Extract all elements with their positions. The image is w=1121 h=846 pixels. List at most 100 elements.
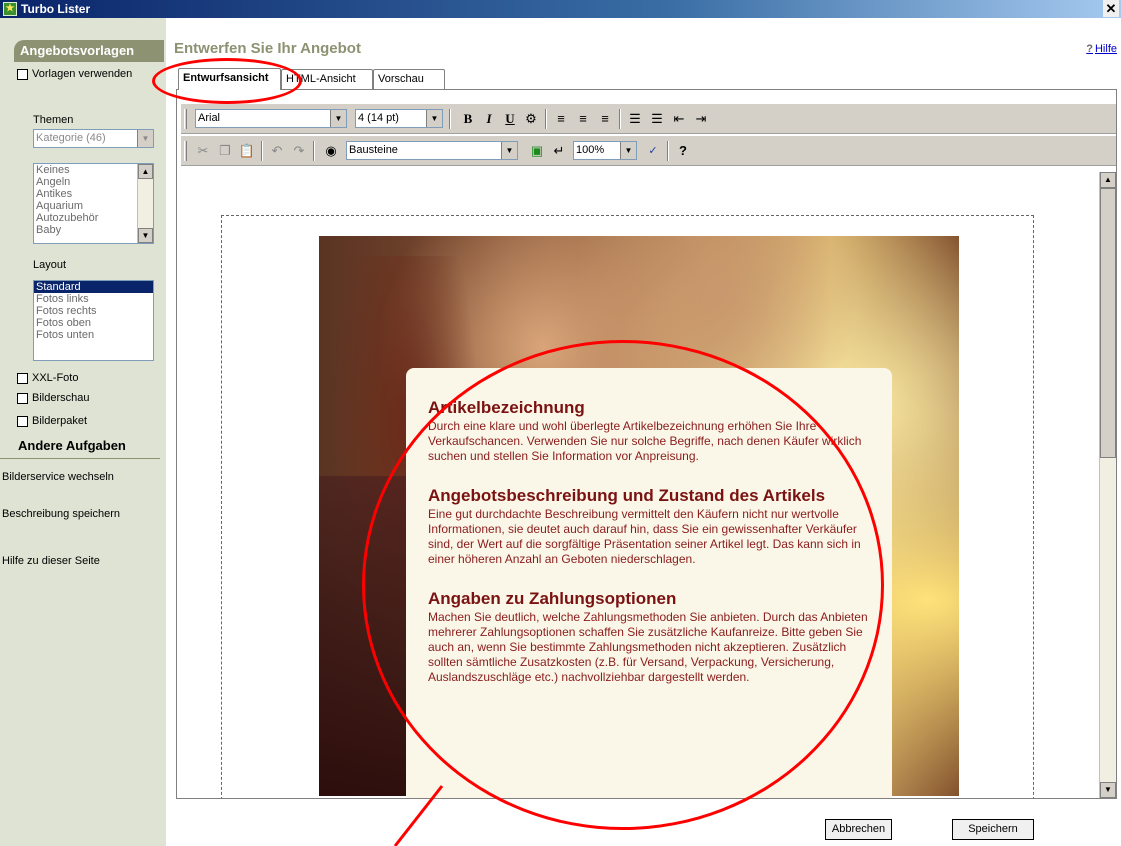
bilderschau-checkbox[interactable]: Bilderschau xyxy=(17,392,89,404)
chevron-down-icon[interactable]: ▼ xyxy=(330,110,346,127)
chevron-down-icon[interactable]: ▼ xyxy=(501,142,517,159)
section-text[interactable]: Eine gut durchdachte Beschreibung vermit… xyxy=(428,507,870,567)
toolbar-separator xyxy=(449,109,451,129)
redo-icon[interactable]: ↷ xyxy=(289,141,309,161)
chevron-down-icon[interactable]: ▼ xyxy=(426,110,442,127)
editor-content-area[interactable]: Artikelbezeichnung Durch eine klare und … xyxy=(178,172,1099,798)
toolbar-separator xyxy=(313,141,315,161)
bilderpaket-checkbox[interactable]: Bilderpaket xyxy=(17,415,87,427)
checkbox-icon[interactable] xyxy=(17,68,28,80)
line-break-icon[interactable]: ↵ xyxy=(549,141,569,161)
insert-toolbar: ✂ ❐ 📋 ↶ ↷ ◉ Bausteine ▼ ▣ ↵ 100% ▼ ✓ ? xyxy=(181,136,1116,166)
align-center-icon[interactable]: ≡ xyxy=(573,109,593,129)
font-size-value: 4 (14 pt) xyxy=(358,112,399,124)
align-right-icon[interactable]: ≡ xyxy=(595,109,615,129)
paste-icon[interactable]: 📋 xyxy=(237,141,257,161)
themes-listbox[interactable]: Keines Angeln Antikes Aquarium Autozubeh… xyxy=(33,163,154,244)
list-item[interactable]: Baby xyxy=(34,224,153,236)
divider xyxy=(0,458,160,459)
section-heading[interactable]: Angebotsbeschreibung und Zustand des Art… xyxy=(428,486,870,505)
category-combo[interactable]: Kategorie (46) ▼ xyxy=(33,129,154,148)
help-link[interactable]: ? Hilfe xyxy=(1086,43,1117,55)
templates-panel-header: Angebotsvorlagen xyxy=(14,40,164,62)
copy-icon[interactable]: ❐ xyxy=(215,141,235,161)
list-item[interactable]: Keines xyxy=(34,164,153,176)
formatting-toolbar: Arial ▼ 4 (14 pt) ▼ B I U ⚙ ≡ ≡ ≡ ☰ ☰ ⇤ … xyxy=(181,104,1116,134)
checkbox-icon[interactable] xyxy=(17,392,28,404)
chevron-down-icon[interactable]: ▼ xyxy=(620,142,636,159)
font-combo[interactable]: Arial ▼ xyxy=(195,109,347,128)
list-item[interactable]: Antikes xyxy=(34,188,153,200)
content-card[interactable]: Artikelbezeichnung Durch eine klare und … xyxy=(406,368,892,798)
help-label[interactable]: Hilfe xyxy=(1095,43,1117,55)
indent-icon[interactable]: ⇥ xyxy=(691,109,711,129)
scroll-down-icon[interactable]: ▼ xyxy=(138,228,153,243)
outdent-icon[interactable]: ⇤ xyxy=(669,109,689,129)
left-panel: Angebotsvorlagen Vorlagen verwenden Them… xyxy=(0,18,166,846)
title-bar: ★ Turbo Lister ✕ xyxy=(0,0,1121,18)
align-left-icon[interactable]: ≡ xyxy=(551,109,571,129)
cancel-button[interactable]: Abbrechen xyxy=(825,819,892,840)
section-text[interactable]: Durch eine klare und wohl überlegte Arti… xyxy=(428,419,870,464)
bausteine-combo[interactable]: Bausteine ▼ xyxy=(346,141,518,160)
themes-label: Themen xyxy=(33,114,74,126)
undo-icon[interactable]: ↶ xyxy=(267,141,287,161)
spellcheck-icon[interactable]: ✓ xyxy=(643,141,663,161)
scroll-thumb[interactable] xyxy=(1100,188,1116,458)
bold-button[interactable]: B xyxy=(458,109,478,129)
toolbar-grip[interactable] xyxy=(184,109,187,129)
page-title: Entwerfen Sie Ihr Angebot xyxy=(174,40,361,57)
task-link-help[interactable]: Hilfe zu dieser Seite xyxy=(2,555,100,567)
checkbox-icon[interactable] xyxy=(17,372,28,384)
section-heading[interactable]: Angaben zu Zahlungsoptionen xyxy=(428,589,870,608)
list-item[interactable]: Fotos links xyxy=(34,293,153,305)
scroll-down-icon[interactable]: ▼ xyxy=(1100,782,1116,798)
task-link-bilderservice[interactable]: Bilderservice wechseln xyxy=(2,471,114,483)
tab-html-ansicht[interactable]: HTML-Ansicht xyxy=(281,69,373,90)
themes-scrollbar[interactable]: ▲ ▼ xyxy=(137,164,153,243)
save-button[interactable]: Speichern xyxy=(952,819,1034,840)
list-item[interactable]: Fotos rechts xyxy=(34,305,153,317)
bullet-list-icon[interactable]: ☰ xyxy=(647,109,667,129)
list-item-selected[interactable]: Standard xyxy=(34,281,153,293)
bausteine-value: Bausteine xyxy=(349,144,398,156)
bilderschau-label: Bilderschau xyxy=(32,392,90,404)
list-item[interactable]: Angeln xyxy=(34,176,153,188)
list-item[interactable]: Fotos oben xyxy=(34,317,153,329)
list-item[interactable]: Fotos unten xyxy=(34,329,153,341)
category-combo-value: Kategorie (46) xyxy=(36,132,106,144)
insert-image-icon[interactable]: ▣ xyxy=(527,141,547,161)
scroll-up-icon[interactable]: ▲ xyxy=(1100,172,1116,188)
chevron-down-icon[interactable]: ▼ xyxy=(137,130,153,147)
tab-entwurfsansicht[interactable]: Entwurfsansicht xyxy=(178,68,281,90)
zoom-value: 100% xyxy=(576,144,605,156)
toolbar-grip[interactable] xyxy=(184,141,187,161)
bilderpaket-label: Bilderpaket xyxy=(32,415,88,427)
list-item[interactable]: Autozubehör xyxy=(34,212,153,224)
list-item[interactable]: Aquarium xyxy=(34,200,153,212)
xxl-foto-checkbox[interactable]: XXL-Foto xyxy=(17,372,78,384)
section-text[interactable]: Machen Sie deutlich, welche Zahlungsmeth… xyxy=(428,610,870,685)
zoom-combo[interactable]: 100% ▼ xyxy=(573,141,637,160)
help-button[interactable]: ? xyxy=(673,141,693,161)
text-color-icon[interactable]: ⚙ xyxy=(521,109,541,129)
italic-button[interactable]: I xyxy=(479,109,499,129)
toolbar-separator xyxy=(667,141,669,161)
use-templates-checkbox[interactable]: Vorlagen verwenden xyxy=(17,68,132,80)
tab-vorschau[interactable]: Vorschau xyxy=(373,69,445,90)
font-size-combo[interactable]: 4 (14 pt) ▼ xyxy=(355,109,443,128)
editor-frame: Arial ▼ 4 (14 pt) ▼ B I U ⚙ ≡ ≡ ≡ ☰ ☰ ⇤ … xyxy=(176,89,1117,799)
scroll-up-icon[interactable]: ▲ xyxy=(138,164,153,179)
checkbox-icon[interactable] xyxy=(17,415,28,427)
close-icon[interactable]: ✕ xyxy=(1103,0,1119,17)
cut-icon[interactable]: ✂ xyxy=(193,141,213,161)
other-tasks-title: Andere Aufgaben xyxy=(18,438,126,453)
underline-button[interactable]: U xyxy=(500,109,520,129)
section-heading[interactable]: Artikelbezeichnung xyxy=(428,398,870,417)
numbered-list-icon[interactable]: ☰ xyxy=(625,109,645,129)
use-templates-label: Vorlagen verwenden xyxy=(32,68,133,80)
layout-listbox[interactable]: Standard Fotos links Fotos rechts Fotos … xyxy=(33,280,154,361)
editor-scrollbar[interactable]: ▲ ▼ xyxy=(1099,172,1116,798)
task-link-save-description[interactable]: Beschreibung speichern xyxy=(2,508,120,520)
globe-icon[interactable]: ◉ xyxy=(321,141,341,161)
